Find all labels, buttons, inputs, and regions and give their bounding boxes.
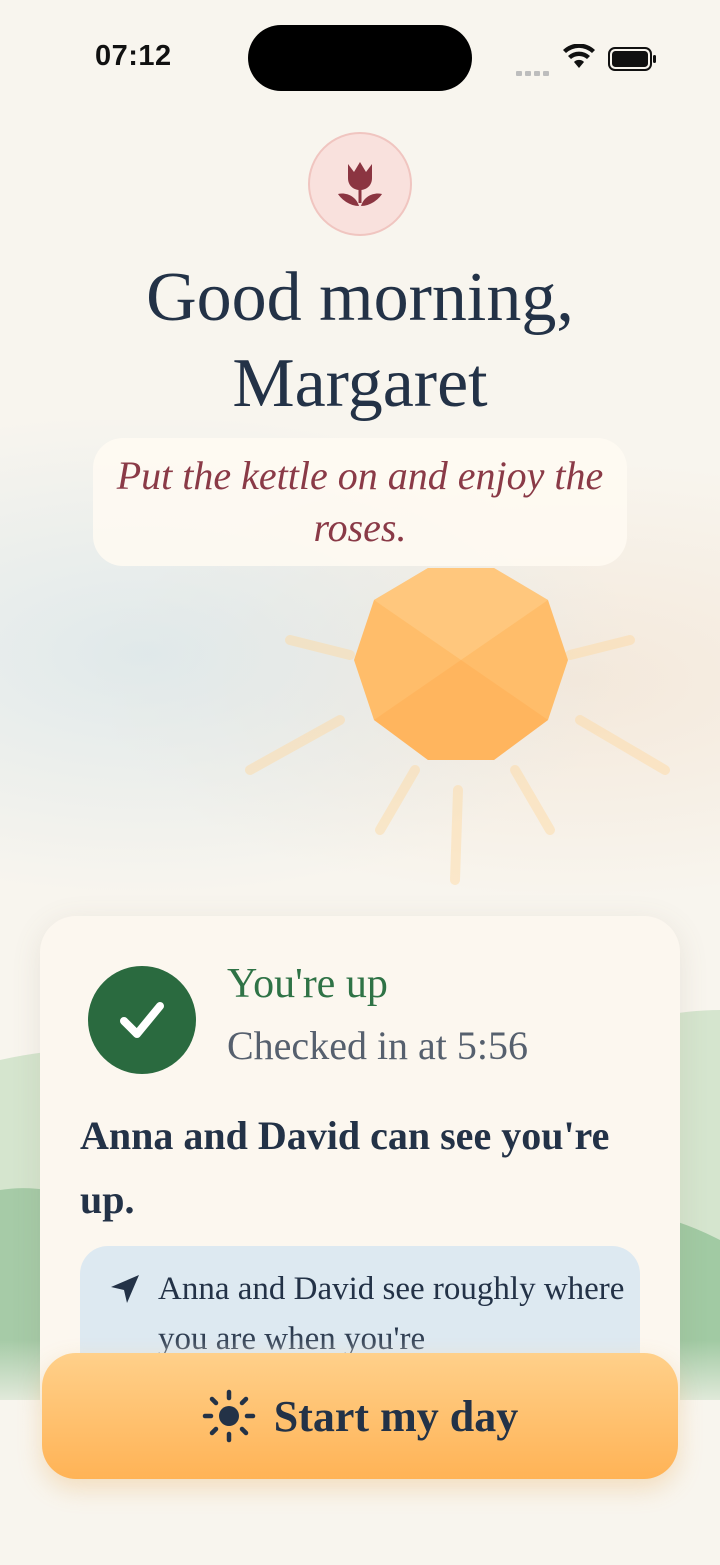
motto-banner: Put the kettle on and enjoy the roses. [93,438,627,566]
start-my-day-label: Start my day [273,1391,519,1441]
greeting-line-1: Good morning, [146,259,574,336]
checkin-badge [88,966,196,1074]
motto-text: Put the kettle on and enjoy the roses. [116,453,604,550]
wifi-icon [563,44,595,68]
tulip-logo [308,132,412,236]
sun-icon [202,1389,256,1443]
sun-illustration [245,568,670,885]
greeting-name: Margaret [232,345,488,422]
location-arrow-icon [111,1275,139,1303]
checkmark-icon [120,1002,164,1038]
cellular-signal-icon [516,63,552,81]
checkin-status-title: You're up [227,961,388,1007]
greeting-heading: Good morning, Margaret [0,255,720,427]
status-time: 07:12 [95,40,172,72]
checkin-time: Checked in at 5:56 [227,1023,529,1068]
dynamic-island [248,25,472,91]
start-my-day-button[interactable]: Start my day [42,1353,678,1479]
battery-icon [608,47,656,71]
visibility-note: Anna and David can see you're up. [80,1113,610,1222]
tulip-icon [338,162,382,206]
